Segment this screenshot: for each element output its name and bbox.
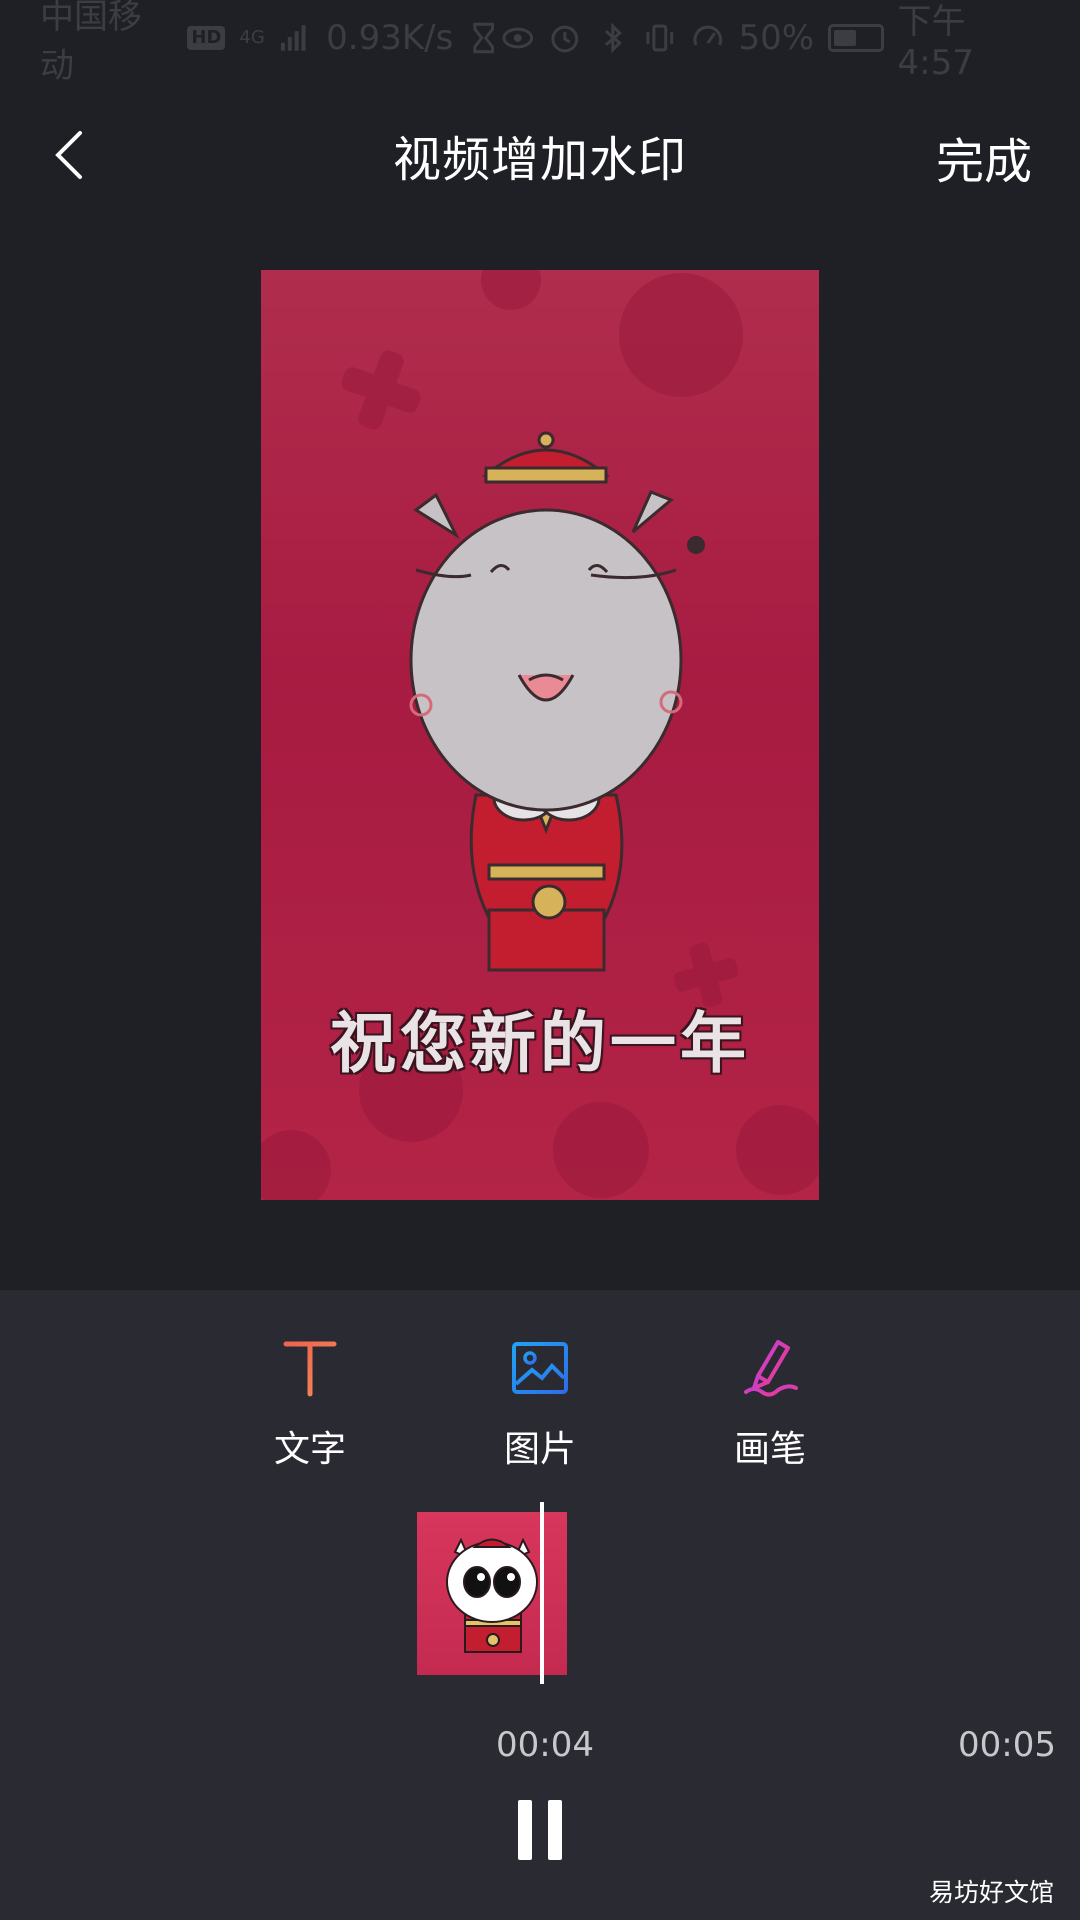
image-icon [512, 1342, 568, 1394]
back-button[interactable] [40, 125, 100, 185]
image-tool-label: 图片 [503, 1429, 576, 1470]
tool-bar: 文字 图片 画笔 [0, 1338, 1080, 1488]
text-tool-label: 文字 [273, 1429, 346, 1470]
brush-icon [744, 1340, 798, 1397]
watermark-text: 易坊好文馆 [928, 1878, 1054, 1907]
brush-tool-label: 画笔 [733, 1429, 806, 1470]
chevron-left-icon [55, 131, 82, 179]
network-speed: 0.93K/s [326, 18, 454, 58]
vibrate-icon [646, 24, 674, 52]
eye-icon [502, 27, 533, 49]
header: 视频增加水印 完成 [0, 110, 1080, 200]
bluetooth-icon [604, 22, 622, 54]
current-time: 00:04 [496, 1725, 594, 1765]
carrier-label: 中国移动 [40, 0, 142, 86]
pause-icon [518, 1800, 532, 1860]
status-bar: 中国移动 HD 4G 0.93K/s 50% 下午4:57 [0, 0, 1080, 86]
image-tool-button[interactable]: 图片 [470, 1338, 610, 1488]
pause-icon-bar [548, 1800, 562, 1860]
screen: 中国移动 HD 4G 0.93K/s 50% 下午4:57 视频增加水印 完成 … [0, 0, 1080, 1920]
text-tool-button[interactable]: 文字 [240, 1338, 380, 1488]
alarm-icon [551, 25, 579, 53]
speed-icon [693, 25, 723, 46]
total-duration: 00:05 [958, 1725, 1056, 1765]
hourglass-icon [473, 22, 495, 54]
timeline[interactable] [0, 1502, 1080, 1692]
hd-badge: HD [187, 26, 226, 50]
pause-button[interactable] [518, 1800, 562, 1860]
brush-tool-button[interactable]: 画笔 [700, 1338, 840, 1488]
battery-icon [828, 24, 884, 52]
done-button[interactable]: 完成 [936, 122, 1032, 192]
battery-percent: 50% [738, 18, 815, 58]
page-title: 视频增加水印 [392, 132, 687, 188]
video-thumbnail[interactable] [417, 1512, 567, 1675]
video-preview[interactable]: 祝您新的一年 [261, 270, 819, 1200]
timeline-playhead[interactable] [540, 1502, 544, 1684]
video-caption-text: 祝您新的一年 [330, 1005, 750, 1082]
clock: 下午4:57 [897, 1, 974, 83]
signal-icon [280, 25, 306, 51]
thumbnail-illustration [446, 1537, 538, 1653]
network-label: 4G [239, 27, 265, 48]
text-icon [283, 1341, 337, 1397]
